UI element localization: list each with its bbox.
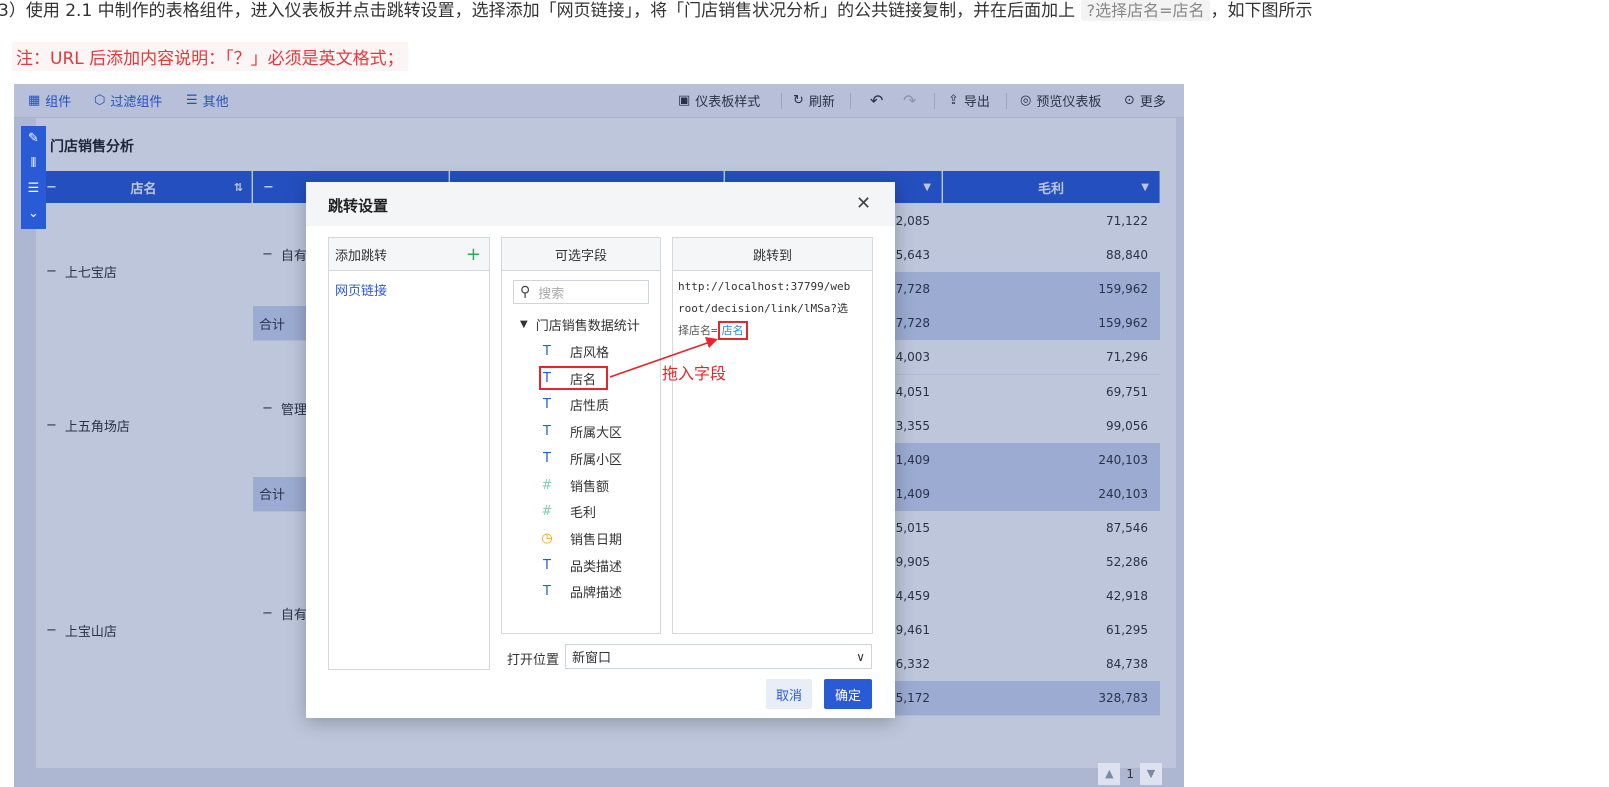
open-position-select[interactable]: 新窗口 ∨	[565, 644, 872, 669]
ok-button[interactable]: 确定	[824, 679, 872, 709]
page-up-button[interactable]: ▲	[1098, 763, 1121, 785]
page-number: 1	[1126, 767, 1134, 781]
page-down-button[interactable]: ▼	[1140, 763, 1162, 785]
widget-side-toolbar: ✎ ⦀ ☰ ⌄	[21, 126, 46, 229]
chevron-down-icon[interactable]: ⌄	[21, 201, 46, 226]
cancel-button[interactable]: 取消	[766, 679, 812, 709]
jump-settings-dialog: 跳转设置 ✕ 添加跳转 + 网页链接 可选字段 ⚲ 搜索 ▼ 门店销售数据统计 …	[306, 182, 895, 718]
edit-icon[interactable]: ✎	[21, 126, 46, 151]
annotation-label: 拖入字段	[662, 364, 727, 383]
instruction-text-end: ，如下图所示	[1210, 1, 1313, 21]
chevron-down-icon: ∨	[856, 649, 865, 664]
inline-code: ?选择店名=店名	[1080, 0, 1211, 21]
instruction-line: 3）使用 2.1 中制作的表格组件，进入仪表板并点击跳转设置，选择添加「网页链接…	[0, 0, 1609, 21]
comment-icon[interactable]: ☰	[21, 176, 46, 201]
open-position-label: 打开位置	[507, 653, 560, 668]
pagination: ▲ 1 ▼	[1098, 761, 1162, 787]
drag-arrow	[609, 337, 718, 378]
note-line: 注：URL 后添加内容说明：「？」必须是英文格式；	[12, 42, 408, 71]
chart-icon[interactable]: ⦀	[21, 151, 46, 176]
instruction-text: 3）使用 2.1 中制作的表格组件，进入仪表板并点击跳转设置，选择添加「网页链接…	[0, 1, 1076, 21]
